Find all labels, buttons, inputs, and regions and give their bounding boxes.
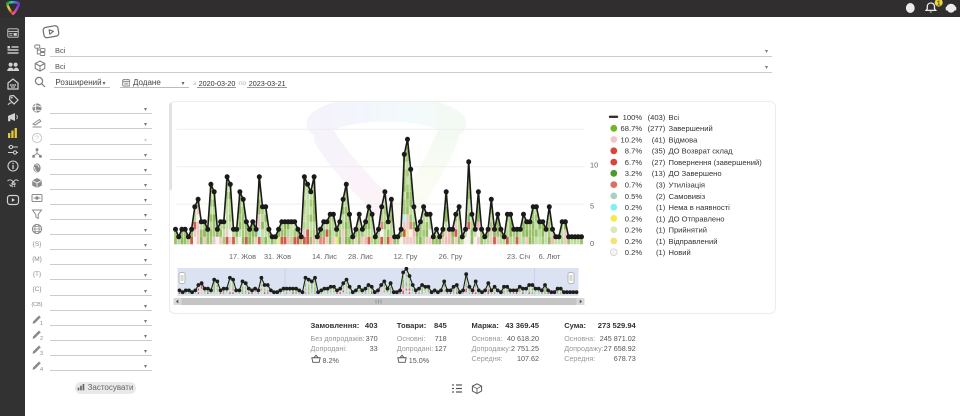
svg-text:(27): (27): [651, 158, 665, 167]
svg-text:1: 1: [40, 321, 43, 325]
svg-text:8.7%: 8.7%: [624, 146, 642, 155]
svg-text:28. Лис: 28. Лис: [347, 252, 372, 261]
svg-text:3.2%: 3.2%: [624, 169, 642, 178]
svg-text:Відмова: Відмова: [668, 135, 698, 144]
svg-text:Повернення (завершений): Повернення (завершений): [668, 158, 762, 167]
svg-text:0.2%: 0.2%: [624, 214, 642, 223]
svg-text:Завершений: Завершений: [668, 124, 712, 133]
svg-text:31. Жов: 31. Жов: [263, 252, 290, 261]
svg-text:{M}: {M}: [32, 256, 43, 263]
svg-text:{C}: {C}: [32, 286, 42, 293]
svg-text:26. Гру: 26. Гру: [438, 252, 462, 261]
svg-text:Новий: Новий: [668, 248, 690, 257]
svg-text:5: 5: [590, 201, 594, 210]
svg-text:(2): (2): [656, 191, 666, 200]
svg-text:Прийнятий: Прийнятий: [668, 225, 706, 234]
svg-text:0.2%: 0.2%: [624, 236, 642, 245]
svg-text:68.7%: 68.7%: [620, 124, 642, 133]
svg-text:{CB}: {CB}: [31, 302, 42, 308]
svg-text:12. Гру: 12. Гру: [393, 252, 417, 261]
svg-text:ДО Возврат склад: ДО Возврат склад: [668, 146, 733, 155]
svg-text:4: 4: [40, 366, 43, 370]
svg-text:10.2%: 10.2%: [620, 135, 642, 144]
svg-text:6. Лют: 6. Лют: [538, 252, 560, 261]
svg-text:(1): (1): [656, 248, 666, 257]
svg-text:0.2%: 0.2%: [624, 248, 642, 257]
svg-text:Самовивіз: Самовивіз: [668, 191, 705, 200]
svg-text:(403): (403): [647, 112, 665, 121]
svg-text:(13): (13): [651, 169, 665, 178]
svg-text:ДО Отправлено: ДО Отправлено: [668, 214, 724, 223]
svg-text:2: 2: [40, 336, 43, 340]
svg-text:(3): (3): [656, 180, 666, 189]
svg-text:3: 3: [40, 351, 43, 355]
svg-text:0.5%: 0.5%: [624, 191, 642, 200]
svg-text:Нема в наявності: Нема в наявності: [668, 203, 730, 212]
svg-text:10: 10: [590, 160, 598, 169]
svg-text:Утилізація: Утилізація: [668, 180, 705, 189]
svg-text:0.7%: 0.7%: [624, 180, 642, 189]
svg-text:(277): (277): [647, 124, 665, 133]
svg-text:(1): (1): [656, 225, 666, 234]
svg-text:0: 0: [590, 239, 594, 248]
svg-text:{S}: {S}: [33, 241, 43, 248]
svg-text:{T}: {T}: [33, 271, 42, 278]
svg-text:(1): (1): [656, 203, 666, 212]
svg-text:6.7%: 6.7%: [624, 158, 642, 167]
svg-text:(1): (1): [656, 214, 666, 223]
svg-text:0.2%: 0.2%: [624, 203, 642, 212]
svg-text:0.2%: 0.2%: [624, 225, 642, 234]
svg-text:17. Жов: 17. Жов: [228, 252, 255, 261]
svg-text:14. Лис: 14. Лис: [311, 252, 336, 261]
svg-text:(1): (1): [656, 236, 666, 245]
svg-text:100%: 100%: [622, 112, 642, 121]
svg-text:23. Січ: 23. Січ: [506, 252, 529, 261]
svg-text:(41): (41): [651, 135, 665, 144]
svg-text:ДО Завершено: ДО Завершено: [668, 169, 721, 178]
svg-text:(35): (35): [651, 146, 665, 155]
svg-text:Відправлений: Відправлений: [668, 236, 717, 245]
svg-text:Всі: Всі: [668, 112, 679, 121]
svg-text:1: 1: [937, 1, 941, 8]
svg-text:?: ?: [35, 135, 39, 142]
